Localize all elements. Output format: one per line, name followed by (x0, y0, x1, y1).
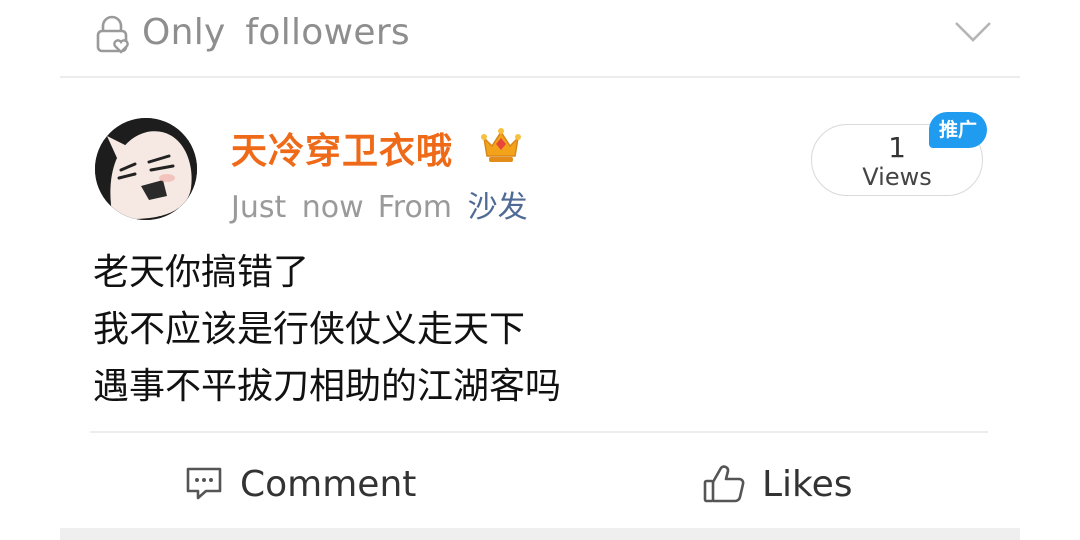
post-text-line: 老天你搞错了 (93, 252, 310, 293)
visibility-selector[interactable]: Only followers (60, 0, 1020, 78)
post-text: 老天你搞错了 我不应该是行侠仗义走天下 遇事不平拔刀相助的江湖客吗 (93, 244, 561, 415)
views-label: Views (862, 163, 932, 191)
visibility-label: Only followers (142, 12, 410, 53)
lock-heart-icon (96, 15, 129, 54)
chevron-down-icon[interactable] (953, 14, 993, 48)
promo-badge[interactable]: 推广 (929, 112, 987, 148)
comment-label: Comment (240, 463, 417, 505)
post-meta: Just now From 沙发 (231, 182, 528, 226)
post-text-line: 遇事不平拔刀相助的江湖客吗 (93, 366, 562, 407)
crown-icon[interactable] (480, 124, 522, 164)
comment-button[interactable]: Comment (184, 456, 416, 512)
avatar[interactable] (95, 118, 197, 220)
comment-icon (186, 467, 222, 500)
from-label: From (377, 190, 453, 225)
like-button[interactable]: Likes (702, 456, 853, 512)
cartoon-face-avatar (95, 118, 197, 220)
post-card: 天冷穿卫衣哦 Just now From 沙发 1 Views 推广 老天你搞错了… (60, 78, 1020, 528)
thumbs-up-icon (703, 465, 745, 503)
post-text-line: 我不应该是行侠仗义走天下 (93, 309, 526, 350)
post-source[interactable]: 沙发 (468, 190, 528, 225)
feed-separator (60, 528, 1020, 540)
divider (90, 431, 988, 433)
post-time: Just now (231, 190, 364, 225)
likes-label: Likes (762, 463, 853, 505)
author-name[interactable]: 天冷穿卫衣哦 (231, 122, 453, 174)
